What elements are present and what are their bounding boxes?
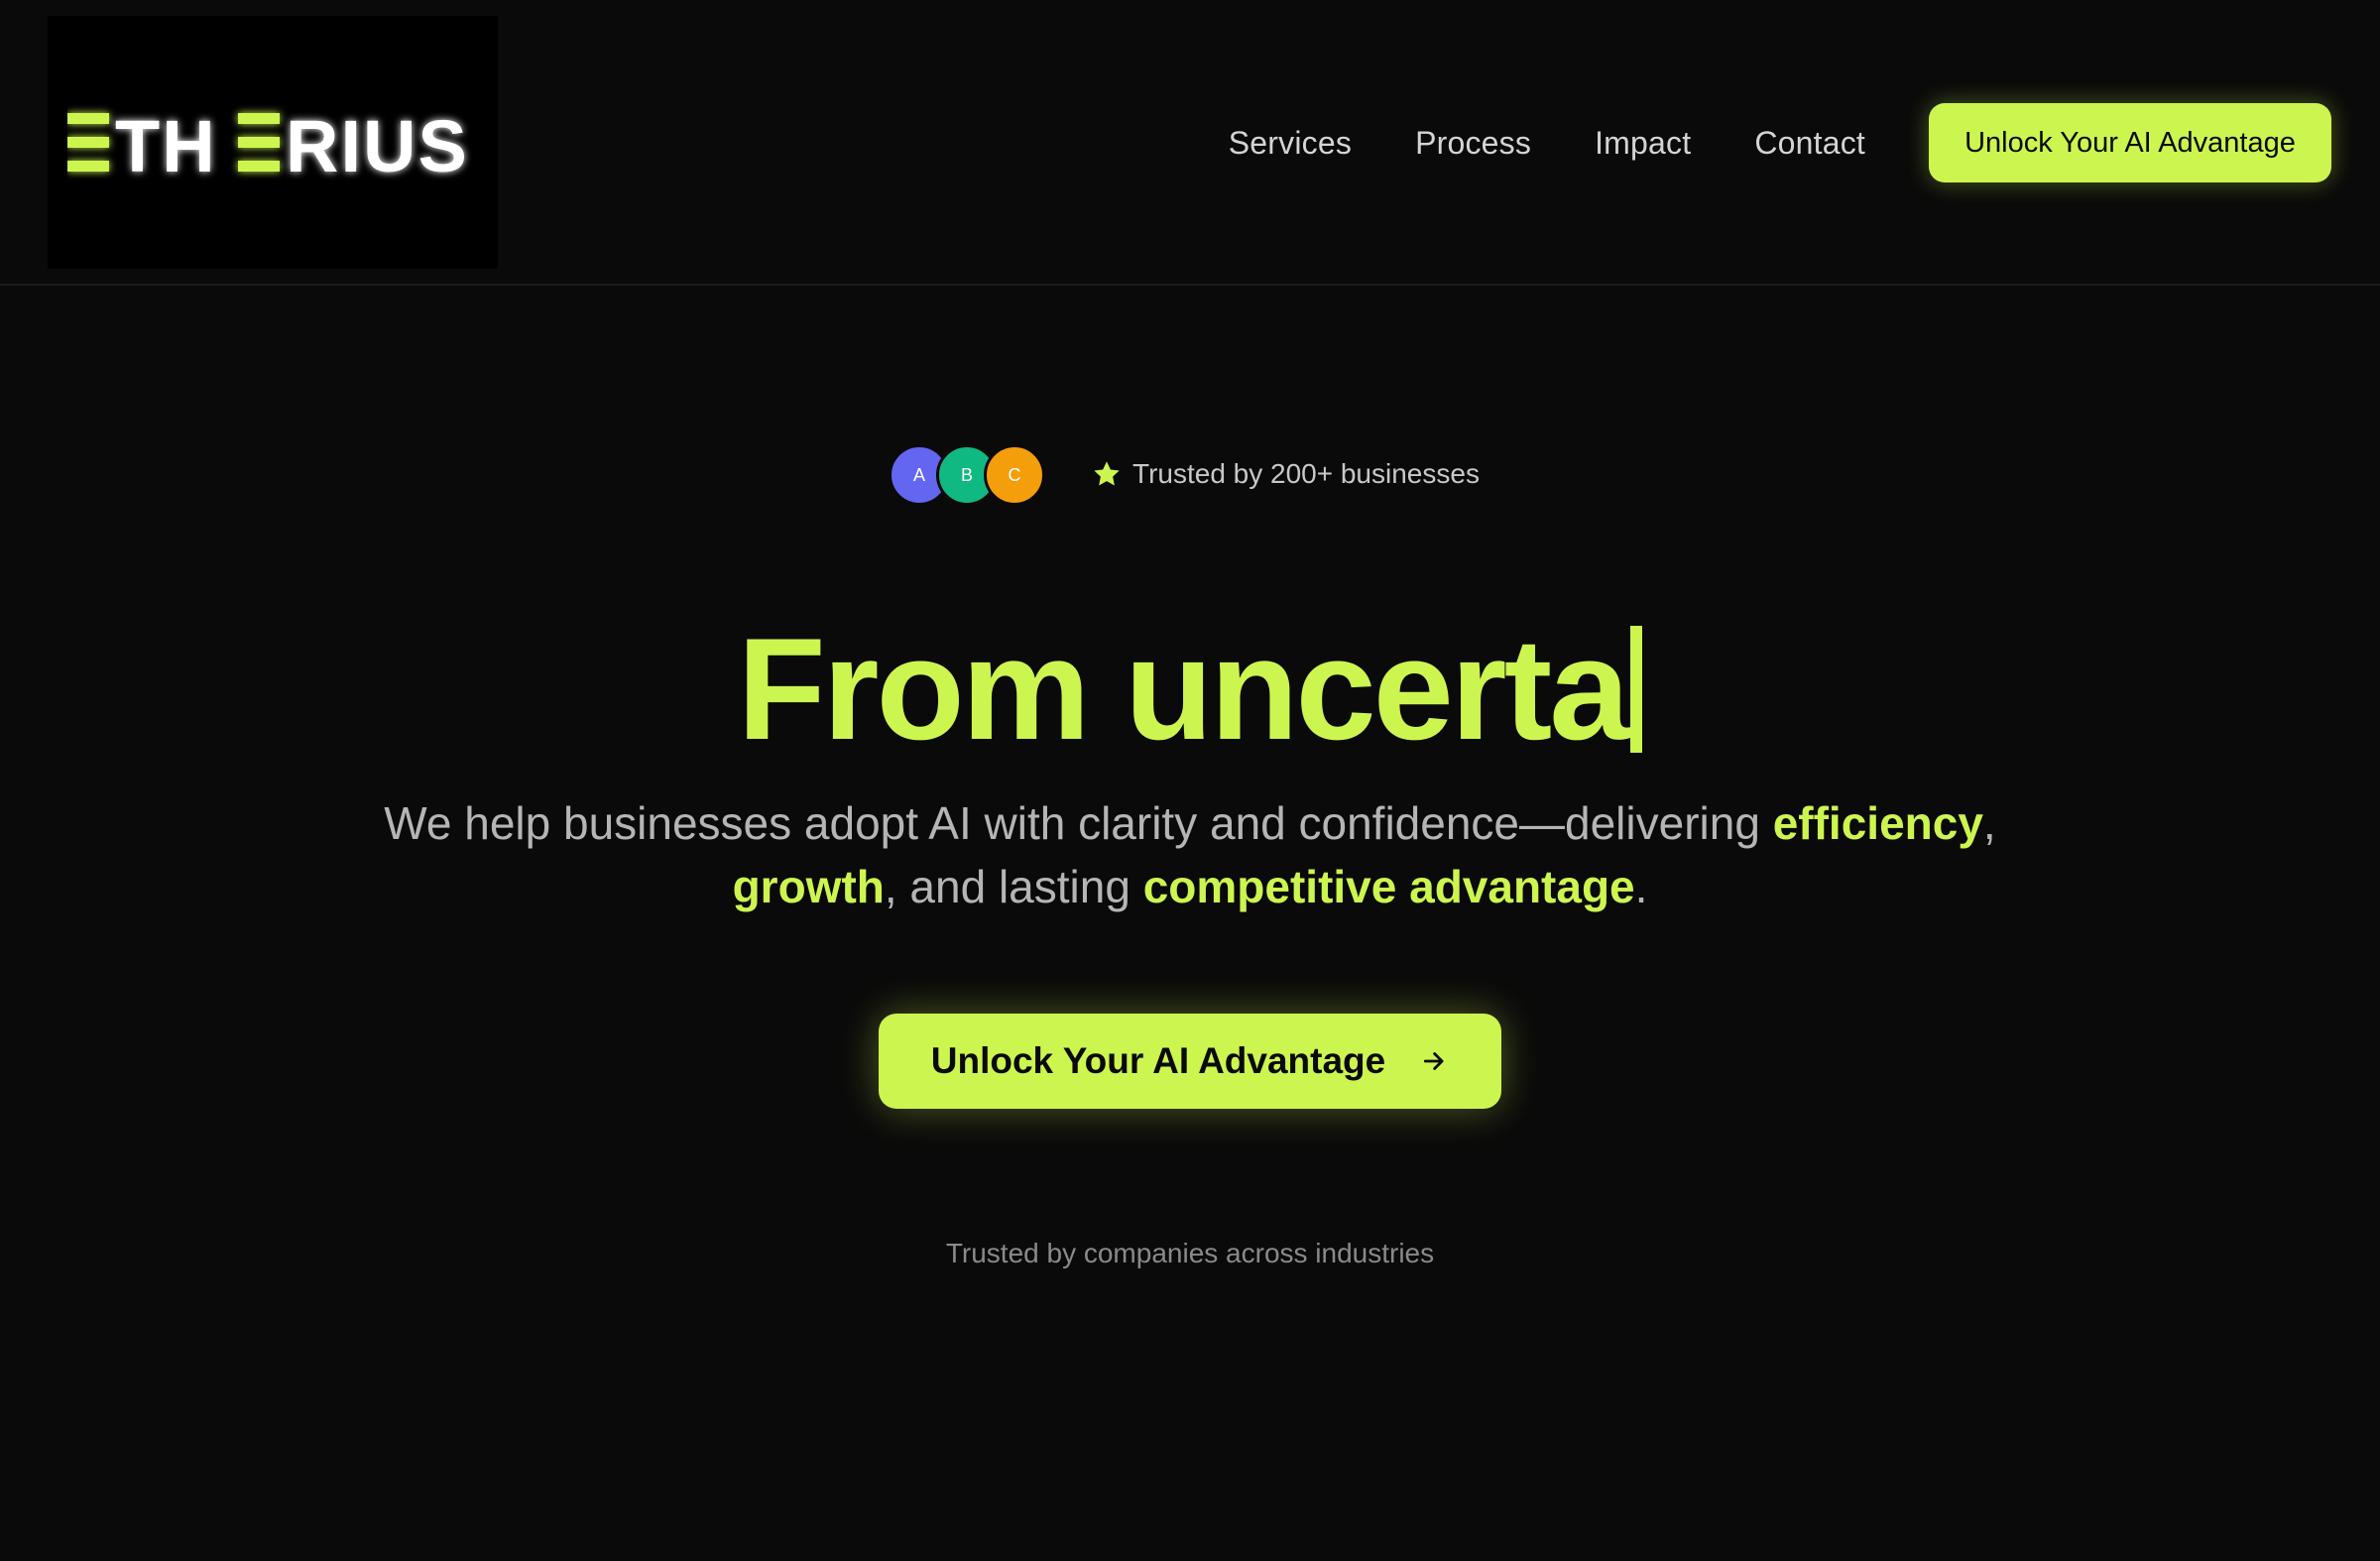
nav-link-impact[interactable]: Impact bbox=[1595, 125, 1691, 162]
nav-link-contact[interactable]: Contact bbox=[1754, 125, 1865, 162]
site-header: TH RIUS Services Process Impact Contact … bbox=[0, 0, 2380, 286]
highlight-competitive-advantage: competitive advantage bbox=[1142, 861, 1635, 912]
trust-label-text: Trusted by 200+ businesses bbox=[1132, 458, 1480, 489]
trust-row: A B C Trusted by 200+ businesses bbox=[0, 444, 2380, 506]
subtext-part: , bbox=[1982, 797, 1996, 849]
headline-text: From uncerta bbox=[737, 608, 1630, 770]
hero-headline: From uncerta bbox=[0, 605, 2380, 774]
hero-cta-label: Unlock Your AI Advantage bbox=[930, 1040, 1386, 1081]
trust-badge: Trusted by 200+ businesses bbox=[1091, 452, 1480, 496]
svg-text:RIUS: RIUS bbox=[286, 105, 469, 184]
hero-cta-button[interactable]: Unlock Your AI Advantage bbox=[879, 1014, 1501, 1109]
hero-subtext: We help businesses adopt AI with clarity… bbox=[298, 791, 2082, 918]
logo-wordmark: TH RIUS bbox=[67, 105, 469, 184]
main-nav: Services Process Impact Contact Unlock Y… bbox=[1229, 103, 2331, 182]
logo[interactable]: TH RIUS bbox=[48, 16, 498, 269]
subtext-part: We help businesses adopt AI with clarity… bbox=[384, 797, 1773, 849]
nav-link-services[interactable]: Services bbox=[1229, 125, 1352, 162]
subtext-part: , and lasting bbox=[884, 861, 1143, 912]
header-cta-button[interactable]: Unlock Your AI Advantage bbox=[1929, 103, 2331, 182]
svg-text:TH: TH bbox=[115, 105, 217, 184]
subtext-part: . bbox=[1634, 861, 1648, 912]
arrow-right-icon bbox=[1424, 1052, 1444, 1070]
star-icon bbox=[1094, 461, 1120, 486]
avatar: C bbox=[984, 444, 1045, 506]
nav-link-process[interactable]: Process bbox=[1415, 125, 1531, 162]
typing-caret bbox=[1630, 626, 1643, 753]
highlight-growth: growth bbox=[732, 861, 885, 912]
highlight-efficiency: efficiency bbox=[1772, 797, 1983, 849]
companies-label: Trusted by companies across industries bbox=[945, 1238, 1435, 1268]
